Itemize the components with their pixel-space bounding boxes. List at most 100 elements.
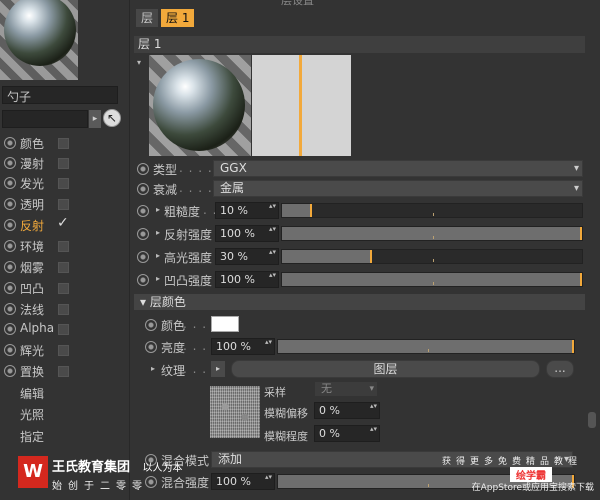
channel-displacement[interactable]: 置换: [2, 361, 127, 381]
attenuation-dropdown[interactable]: 金属 ▾: [213, 180, 583, 197]
radio-icon[interactable]: [4, 261, 16, 273]
slider-handle[interactable]: [370, 250, 372, 263]
channel-checkbox[interactable]: [58, 345, 69, 356]
spinner-icon[interactable]: ▴▾: [370, 402, 377, 410]
watermark-download-hint: 在AppStore或应用宝搜索下载: [471, 483, 594, 493]
expand-icon[interactable]: ▸: [156, 205, 160, 214]
radio-icon[interactable]: [4, 177, 16, 189]
filter-arrow-icon[interactable]: ▸: [89, 110, 101, 128]
channel-fog[interactable]: 烟雾: [2, 257, 127, 277]
spinner-icon[interactable]: ▴▾: [269, 248, 276, 256]
brightness-label: 亮度: [161, 341, 186, 355]
slider-handle[interactable]: [580, 227, 582, 240]
sampling-dropdown[interactable]: 无 ▾: [314, 381, 378, 397]
channel-transparency[interactable]: 透明: [2, 194, 127, 214]
radio-icon[interactable]: [4, 323, 16, 335]
roughness-input[interactable]: 10 % ▴▾: [215, 202, 279, 219]
texture-button[interactable]: 图层: [231, 360, 540, 378]
editor-item[interactable]: 编辑: [20, 385, 44, 402]
assignment-item[interactable]: 指定: [20, 428, 44, 445]
spinner-icon[interactable]: ▴▾: [269, 225, 276, 233]
slider-handle[interactable]: [580, 273, 582, 286]
channel-diffusion[interactable]: 漫射: [2, 153, 127, 173]
radio-icon[interactable]: [137, 251, 149, 263]
radio-icon[interactable]: [137, 228, 149, 240]
tab-layer[interactable]: 层: [136, 9, 159, 27]
specular-strength-slider[interactable]: [281, 249, 583, 264]
bump-strength-input[interactable]: 100 % ▴▾: [215, 271, 279, 288]
blur-degree-input[interactable]: 0 % ▴▾: [314, 425, 380, 442]
spinner-icon[interactable]: ▴▾: [269, 202, 276, 210]
radio-icon[interactable]: [4, 344, 16, 356]
slider-handle[interactable]: [310, 204, 312, 217]
texture-menu-arrow-icon[interactable]: ▸: [211, 361, 225, 377]
slider-handle[interactable]: [572, 340, 574, 353]
reflection-strength-slider[interactable]: [281, 226, 583, 241]
channel-checkbox[interactable]: [58, 262, 69, 273]
radio-icon[interactable]: [4, 157, 16, 169]
chrome-sphere: [153, 59, 245, 151]
channel-checkbox[interactable]: [58, 138, 69, 149]
radio-icon[interactable]: [145, 341, 157, 353]
channel-checkbox[interactable]: [58, 366, 69, 377]
channel-label: 烟雾: [20, 261, 45, 275]
type-dropdown[interactable]: GGX ▾: [213, 160, 583, 177]
channel-filter-input[interactable]: [2, 110, 88, 128]
channel-environment[interactable]: 环境: [2, 236, 127, 256]
radio-icon[interactable]: [4, 303, 16, 315]
reflection-strength-input[interactable]: 100 % ▴▾: [215, 225, 279, 242]
texture-preview-thumbnail: [210, 386, 260, 438]
channel-checkbox[interactable]: [58, 199, 69, 210]
scrollbar-thumb[interactable]: [588, 412, 596, 428]
channel-reflectance[interactable]: 反射 ✓: [2, 215, 127, 235]
pick-cursor-icon[interactable]: ↖: [103, 109, 121, 127]
spinner-icon[interactable]: ▴▾: [269, 271, 276, 279]
radio-icon[interactable]: [4, 137, 16, 149]
channel-checkbox[interactable]: [58, 241, 69, 252]
illumination-item[interactable]: 光照: [20, 406, 44, 423]
spinner-icon[interactable]: ▴▾: [370, 425, 377, 433]
radio-icon[interactable]: [4, 282, 16, 294]
spinner-icon[interactable]: ▴▾: [265, 338, 272, 346]
channel-color[interactable]: 颜色: [2, 133, 127, 153]
radio-icon[interactable]: [4, 240, 16, 252]
tab-layer-1[interactable]: 层 1: [161, 9, 195, 27]
texture-more-button[interactable]: ...: [546, 360, 574, 378]
radio-icon[interactable]: [137, 163, 149, 175]
radio-icon[interactable]: [4, 198, 16, 210]
collapse-icon[interactable]: ▾: [137, 58, 141, 67]
expand-icon[interactable]: ▸: [156, 251, 160, 260]
blur-offset-input[interactable]: 0 % ▴▾: [314, 402, 380, 419]
channel-glow[interactable]: 辉光: [2, 340, 127, 360]
channel-normal[interactable]: 法线: [2, 299, 127, 319]
spinner-icon[interactable]: ▴▾: [265, 473, 272, 481]
specular-strength-input[interactable]: 30 % ▴▾: [215, 248, 279, 265]
radio-icon[interactable]: [137, 205, 149, 217]
checkmark-icon[interactable]: ✓: [57, 215, 69, 231]
channel-alpha[interactable]: Alpha: [2, 319, 127, 339]
layer-settings-title: 层设置: [281, 0, 314, 7]
material-name-field[interactable]: 勺子: [2, 86, 118, 104]
radio-icon[interactable]: [137, 183, 149, 195]
expand-icon[interactable]: ▸: [156, 228, 160, 237]
radio-icon[interactable]: [137, 274, 149, 286]
blend-strength-input[interactable]: 100 % ▴▾: [211, 473, 275, 490]
brightness-slider[interactable]: [277, 339, 575, 354]
channel-bump[interactable]: 凹凸: [2, 278, 127, 298]
expand-icon[interactable]: ▸: [151, 364, 155, 373]
roughness-slider[interactable]: [281, 203, 583, 218]
channel-checkbox[interactable]: [58, 304, 69, 315]
radio-icon[interactable]: [145, 319, 157, 331]
channel-luminance[interactable]: 发光: [2, 173, 127, 193]
channel-checkbox[interactable]: [58, 324, 69, 335]
layer-color-section-header[interactable]: ▾ 层颜色: [134, 294, 585, 310]
bump-strength-slider[interactable]: [281, 272, 583, 287]
brightness-input[interactable]: 100 % ▴▾: [211, 338, 275, 355]
radio-icon[interactable]: [4, 219, 16, 231]
channel-checkbox[interactable]: [58, 178, 69, 189]
color-swatch[interactable]: [211, 316, 239, 332]
radio-icon[interactable]: [4, 365, 16, 377]
channel-checkbox[interactable]: [58, 283, 69, 294]
expand-icon[interactable]: ▸: [156, 274, 160, 283]
channel-checkbox[interactable]: [58, 158, 69, 169]
